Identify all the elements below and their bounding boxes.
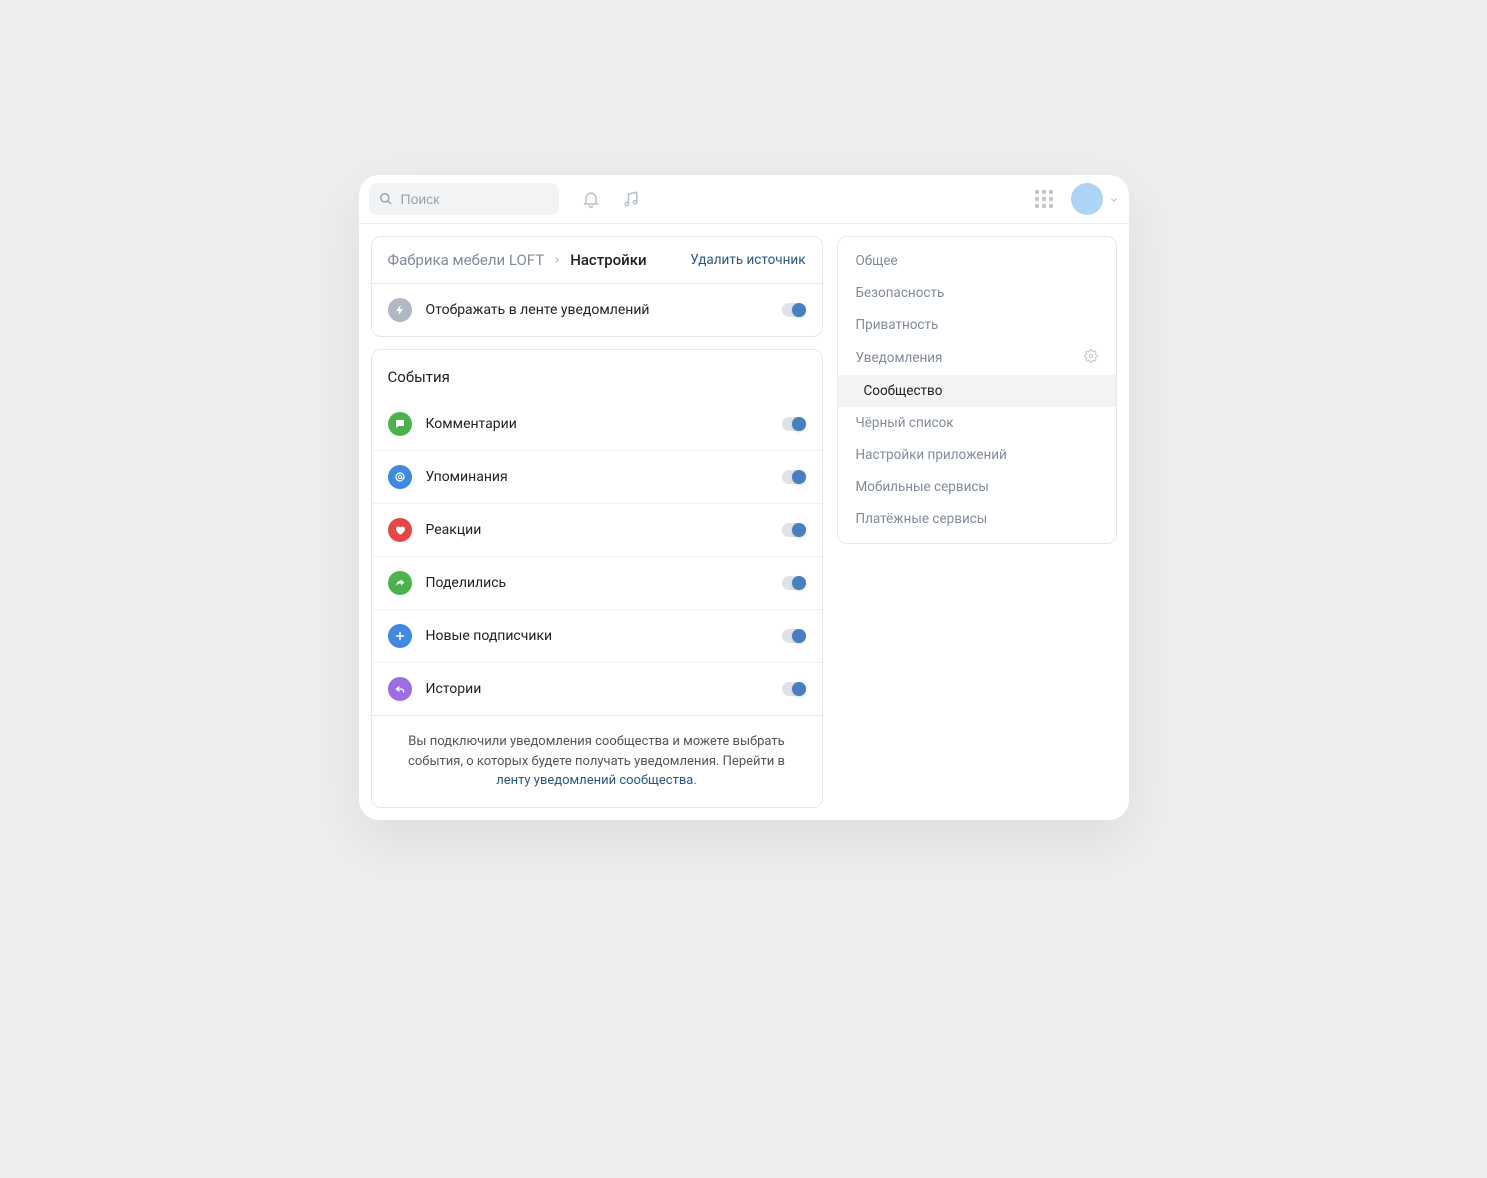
search-input[interactable]	[401, 191, 549, 207]
events-card: События Комментарии Упоминания	[371, 349, 823, 808]
search-box[interactable]	[369, 183, 559, 215]
share-icon	[388, 571, 412, 595]
sidebar-item-payment-services[interactable]: Платёжные сервисы	[838, 503, 1116, 535]
sidebar-item-community[interactable]: Сообщество	[838, 375, 1116, 407]
event-label: Упоминания	[426, 469, 768, 485]
feed-toggle[interactable]	[782, 303, 806, 317]
bell-icon[interactable]	[581, 189, 601, 209]
event-toggle-comments[interactable]	[782, 417, 806, 431]
mention-icon	[388, 465, 412, 489]
sidebar-item-security[interactable]: Безопасность	[838, 277, 1116, 309]
event-row-reactions: Реакции	[372, 503, 822, 556]
sidebar-item-blacklist[interactable]: Чёрный список	[838, 407, 1116, 439]
comment-icon	[388, 412, 412, 436]
feed-toggle-label: Отображать в ленте уведомлений	[426, 302, 768, 318]
music-icon[interactable]	[621, 189, 641, 209]
breadcrumb: Фабрика мебели LOFT Настройки	[388, 251, 691, 269]
footer-text-after: .	[693, 773, 696, 788]
breadcrumb-current: Настройки	[570, 251, 646, 269]
event-toggle-stories[interactable]	[782, 682, 806, 696]
chevron-down-icon	[1109, 190, 1119, 209]
sidebar-item-privacy[interactable]: Приватность	[838, 309, 1116, 341]
sidebar-item-notifications[interactable]: Уведомления	[838, 341, 1116, 375]
event-toggle-reactions[interactable]	[782, 523, 806, 537]
event-toggle-mentions[interactable]	[782, 470, 806, 484]
event-row-mentions: Упоминания	[372, 450, 822, 503]
event-row-comments: Комментарии	[372, 398, 822, 450]
chevron-right-icon	[552, 251, 562, 269]
app-window: Фабрика мебели LOFT Настройки Удалить ис…	[359, 175, 1129, 820]
event-toggle-new-followers[interactable]	[782, 629, 806, 643]
event-label: Поделились	[426, 575, 768, 591]
reply-icon	[388, 677, 412, 701]
event-label: Реакции	[426, 522, 768, 538]
settings-sidebar: Общее Безопасность Приватность Уведомлен…	[837, 236, 1117, 544]
main-column: Фабрика мебели LOFT Настройки Удалить ис…	[371, 236, 823, 808]
footer-link[interactable]: ленту уведомлений сообщества	[496, 773, 693, 788]
apps-grid-icon[interactable]	[1035, 190, 1053, 208]
gear-icon	[1084, 349, 1098, 367]
sidebar-item-mobile-services[interactable]: Мобильные сервисы	[838, 471, 1116, 503]
footer-text-before: Вы подключили уведомления сообщества и м…	[408, 734, 785, 769]
footer-note: Вы подключили уведомления сообщества и м…	[372, 715, 822, 807]
sidebar-item-app-settings[interactable]: Настройки приложений	[838, 439, 1116, 471]
event-label: Комментарии	[426, 416, 768, 432]
event-toggle-shares[interactable]	[782, 576, 806, 590]
bolt-icon	[388, 298, 412, 322]
feed-toggle-row: Отображать в ленте уведомлений	[372, 284, 822, 336]
avatar	[1071, 183, 1103, 215]
sidebar-item-general[interactable]: Общее	[838, 245, 1116, 277]
breadcrumb-source[interactable]: Фабрика мебели LOFT	[388, 251, 545, 269]
event-row-new-followers: Новые подписчики	[372, 609, 822, 662]
source-settings-card: Фабрика мебели LOFT Настройки Удалить ис…	[371, 236, 823, 337]
event-label: Истории	[426, 681, 768, 697]
topbar-icons	[581, 189, 641, 209]
body: Фабрика мебели LOFT Настройки Удалить ис…	[359, 224, 1129, 820]
event-row-stories: Истории	[372, 662, 822, 715]
card-header: Фабрика мебели LOFT Настройки Удалить ис…	[372, 237, 822, 284]
heart-icon	[388, 518, 412, 542]
profile-menu[interactable]	[1071, 183, 1119, 215]
delete-source-link[interactable]: Удалить источник	[690, 252, 805, 268]
events-title: События	[372, 350, 822, 398]
plus-icon	[388, 624, 412, 648]
event-row-shares: Поделились	[372, 556, 822, 609]
event-label: Новые подписчики	[426, 628, 768, 644]
topbar	[359, 175, 1129, 224]
search-icon	[379, 192, 393, 206]
sidebar-list: Общее Безопасность Приватность Уведомлен…	[838, 237, 1116, 543]
